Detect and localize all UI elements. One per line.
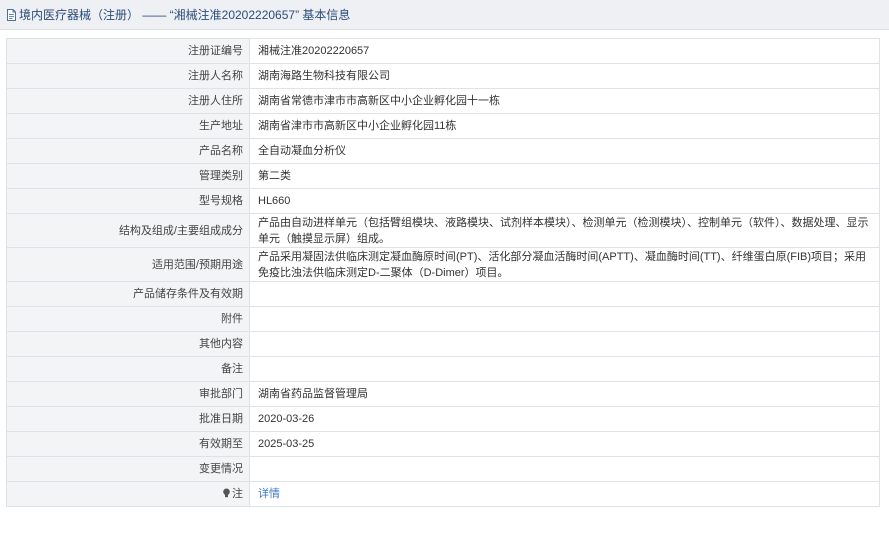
- row-label: 变更情况: [6, 456, 250, 482]
- table-row-note: 注 详情: [6, 481, 880, 507]
- row-value: 第二类: [249, 163, 880, 189]
- row-label: 审批部门: [6, 381, 250, 407]
- row-value: 详情: [249, 481, 880, 507]
- table-row-change-status: 变更情况: [6, 456, 880, 482]
- row-label: 生产地址: [6, 113, 250, 139]
- row-value: 湖南省药品监督管理局: [249, 381, 880, 407]
- row-value: 产品由自动进样单元（包括臂组模块、液路模块、试剂样本模块）、检测单元（检测模块）…: [249, 213, 880, 248]
- table-row-approval-department: 审批部门 湖南省药品监督管理局: [6, 381, 880, 407]
- info-table: 注册证编号 湘械注准20202220657 注册人名称 湖南海路生物科技有限公司…: [6, 38, 880, 507]
- row-value: HL660: [249, 188, 880, 214]
- row-label: 有效期至: [6, 431, 250, 457]
- row-label: 结构及组成/主要组成成分: [6, 213, 250, 248]
- table-row-model-spec: 型号规格 HL660: [6, 188, 880, 214]
- row-value: 湖南海路生物科技有限公司: [249, 63, 880, 89]
- document-icon: [7, 8, 16, 21]
- row-label: 型号规格: [6, 188, 250, 214]
- table-row-registration-number: 注册证编号 湘械注准20202220657: [6, 38, 880, 64]
- lightbulb-icon: [223, 488, 230, 498]
- row-value: 湖南省津市市高新区中小企业孵化园11栋: [249, 113, 880, 139]
- row-label: 其他内容: [6, 331, 250, 357]
- row-label: 管理类别: [6, 163, 250, 189]
- page-title: 境内医疗器械（注册） —— “湘械注准20202220657” 基本信息: [19, 8, 351, 22]
- table-row-registrant-name: 注册人名称 湖南海路生物科技有限公司: [6, 63, 880, 89]
- table-row-approval-date: 批准日期 2020-03-26: [6, 406, 880, 432]
- row-value: [249, 306, 880, 332]
- info-table-container: 注册证编号 湘械注准20202220657 注册人名称 湖南海路生物科技有限公司…: [6, 38, 880, 507]
- row-value: 2025-03-25: [249, 431, 880, 457]
- table-row-management-category: 管理类别 第二类: [6, 163, 880, 189]
- row-label: 备注: [6, 356, 250, 382]
- details-link[interactable]: 详情: [258, 488, 280, 500]
- row-value: 湘械注准20202220657: [249, 38, 880, 64]
- row-value: [249, 281, 880, 307]
- table-row-remarks: 备注: [6, 356, 880, 382]
- table-row-structure-composition: 结构及组成/主要组成成分 产品由自动进样单元（包括臂组模块、液路模块、试剂样本模…: [6, 213, 880, 248]
- table-row-valid-until: 有效期至 2025-03-25: [6, 431, 880, 457]
- table-row-production-address: 生产地址 湖南省津市市高新区中小企业孵化园11栋: [6, 113, 880, 139]
- row-value: 湖南省常德市津市市高新区中小企业孵化园十一栋: [249, 88, 880, 114]
- row-label: 产品储存条件及有效期: [6, 281, 250, 307]
- table-row-intended-use: 适用范围/预期用途 产品采用凝固法供临床测定凝血酶原时间(PT)、活化部分凝血活…: [6, 247, 880, 282]
- row-value: [249, 456, 880, 482]
- table-row-registrant-address: 注册人住所 湖南省常德市津市市高新区中小企业孵化园十一栋: [6, 88, 880, 114]
- table-row-product-name: 产品名称 全自动凝血分析仪: [6, 138, 880, 164]
- page-header: 境内医疗器械（注册） —— “湘械注准20202220657” 基本信息: [0, 0, 889, 30]
- row-label: 注册证编号: [6, 38, 250, 64]
- row-label: 附件: [6, 306, 250, 332]
- row-value: 全自动凝血分析仪: [249, 138, 880, 164]
- row-label: 注: [6, 481, 250, 507]
- row-label: 产品名称: [6, 138, 250, 164]
- row-value: 产品采用凝固法供临床测定凝血酶原时间(PT)、活化部分凝血活酶时间(APTT)、…: [249, 247, 880, 282]
- row-value: [249, 356, 880, 382]
- table-row-attachments: 附件: [6, 306, 880, 332]
- row-label: 注册人住所: [6, 88, 250, 114]
- row-label: 注册人名称: [6, 63, 250, 89]
- table-row-storage-validity: 产品储存条件及有效期: [6, 281, 880, 307]
- row-value: 2020-03-26: [249, 406, 880, 432]
- row-label: 批准日期: [6, 406, 250, 432]
- row-value: [249, 331, 880, 357]
- note-label: 注: [232, 488, 243, 500]
- row-label: 适用范围/预期用途: [6, 247, 250, 282]
- table-row-other-content: 其他内容: [6, 331, 880, 357]
